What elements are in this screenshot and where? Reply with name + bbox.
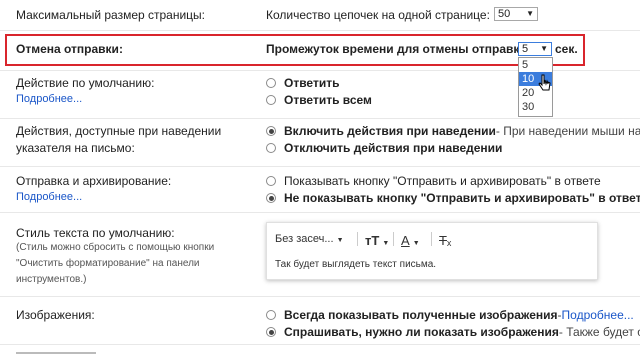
toolbar-divider xyxy=(357,232,358,246)
chevron-down-icon: ▼ xyxy=(526,9,534,18)
disable-hover-actions-radio[interactable]: Отключить действия при наведении xyxy=(266,141,502,155)
max-page-size-row: Максимальный размер страницы: Количество… xyxy=(0,0,640,31)
undo-send-value: 5 xyxy=(522,43,529,55)
reply-all-radio[interactable]: Ответить всем xyxy=(266,93,372,107)
show-send-archive-label: Показывать кнопку "Отправить и архивиров… xyxy=(284,174,601,188)
send-archive-label: Отправка и архивирование: xyxy=(16,174,172,188)
font-size-icon: тТ xyxy=(365,233,380,248)
hover-actions-label-line2: указателя на письмо: xyxy=(16,141,135,155)
toolbar-divider xyxy=(393,232,394,246)
text-style-note-line1: (Стиль можно сбросить с помощью кнопки xyxy=(16,242,215,253)
ask-show-images-radio[interactable]: Спрашивать, нужно ли показать изображени… xyxy=(266,325,640,339)
chevron-down-icon: ▼ xyxy=(382,240,390,247)
radio-on-icon xyxy=(266,126,276,136)
show-send-archive-radio[interactable]: Показывать кнопку "Отправить и архивиров… xyxy=(266,174,601,188)
default-action-more-link[interactable]: Подробнее... xyxy=(16,93,82,105)
undo-send-option-5[interactable]: 5 xyxy=(519,58,552,72)
undo-send-select[interactable]: 5 ▼ xyxy=(518,42,552,56)
always-show-images-radio[interactable]: Всегда показывать полученные изображения… xyxy=(266,308,634,322)
hide-send-archive-label: Не показывать кнопку "Отправить и архиви… xyxy=(284,191,640,205)
max-page-size-label: Максимальный размер страницы: xyxy=(16,8,206,22)
radio-on-icon xyxy=(266,327,276,337)
reply-all-option-label: Ответить всем xyxy=(284,93,372,107)
radio-off-icon xyxy=(266,78,276,88)
text-style-note-line2: "Очистить форматирование" на панели xyxy=(16,258,200,269)
images-label: Изображения: xyxy=(16,308,95,322)
reply-radio[interactable]: Ответить xyxy=(266,76,339,90)
undo-send-option-30[interactable]: 30 xyxy=(519,100,552,114)
text-color-icon: A xyxy=(401,233,410,248)
clear-formatting-icon[interactable]: Tₓ xyxy=(439,233,451,248)
hide-send-archive-radio[interactable]: Не показывать кнопку "Отправить и архиви… xyxy=(266,191,640,205)
send-archive-more-link[interactable]: Подробнее... xyxy=(16,191,82,203)
images-row: Изображения: Всегда показывать полученны… xyxy=(0,296,640,345)
text-style-editor: Без засеч... ▼ тТ ▼ A ▼ Tₓ Так будет выг… xyxy=(266,222,598,280)
radio-off-icon xyxy=(266,95,276,105)
mouse-pointer-icon xyxy=(538,74,551,91)
hover-actions-label-line1: Действия, доступные при наведении xyxy=(16,124,222,138)
threads-per-page-select[interactable]: 50 ▼ xyxy=(494,7,538,21)
enable-hover-actions-label: Включить действия при наведении xyxy=(284,124,496,138)
chevron-down-icon: ▼ xyxy=(540,44,548,53)
font-family-dropdown[interactable]: Без засеч... ▼ xyxy=(275,233,344,245)
disable-hover-actions-label: Отключить действия при наведении xyxy=(284,141,503,155)
text-style-label: Стиль текста по умолчанию: xyxy=(16,226,175,240)
enable-hover-actions-radio[interactable]: Включить действия при наведении - При на… xyxy=(266,124,640,138)
always-show-images-label: Всегда показывать полученные изображения xyxy=(284,308,558,322)
font-size-dropdown[interactable]: тТ ▼ xyxy=(365,233,389,248)
threads-per-page-label: Количество цепочек на одной странице: xyxy=(266,8,490,22)
ask-show-images-desc: - Также будет отк xyxy=(558,325,640,339)
threads-per-page-value: 50 xyxy=(498,8,511,20)
radio-off-icon xyxy=(266,310,276,320)
text-preview: Так будет выглядеть текст письма. xyxy=(275,259,437,270)
radio-off-icon xyxy=(266,176,276,186)
reply-option-label: Ответить xyxy=(284,76,340,90)
highlight-frame xyxy=(5,34,585,66)
chevron-down-icon: ▼ xyxy=(412,240,420,247)
text-color-dropdown[interactable]: A ▼ xyxy=(401,233,420,248)
text-style-note-line3: инструментов.) xyxy=(16,274,87,285)
radio-off-icon xyxy=(266,143,276,153)
next-row-partial xyxy=(16,352,96,360)
font-family-value: Без засеч... xyxy=(275,233,334,245)
enable-hover-actions-desc: - При наведении мыши на пис xyxy=(495,124,640,138)
chevron-down-icon: ▼ xyxy=(336,237,344,244)
text-style-note: (Стиль можно сбросить с помощью кнопки "… xyxy=(16,240,236,288)
radio-on-icon xyxy=(266,193,276,203)
ask-show-images-label: Спрашивать, нужно ли показать изображени… xyxy=(284,325,559,339)
toolbar-divider xyxy=(431,232,432,246)
hover-actions-row: Действия, доступные при наведении указат… xyxy=(0,118,640,167)
send-archive-row: Отправка и архивирование: Подробнее... П… xyxy=(0,166,640,213)
default-action-label: Действие по умолчанию: xyxy=(16,76,155,90)
always-show-images-more-link[interactable]: Подробнее... xyxy=(562,308,634,322)
